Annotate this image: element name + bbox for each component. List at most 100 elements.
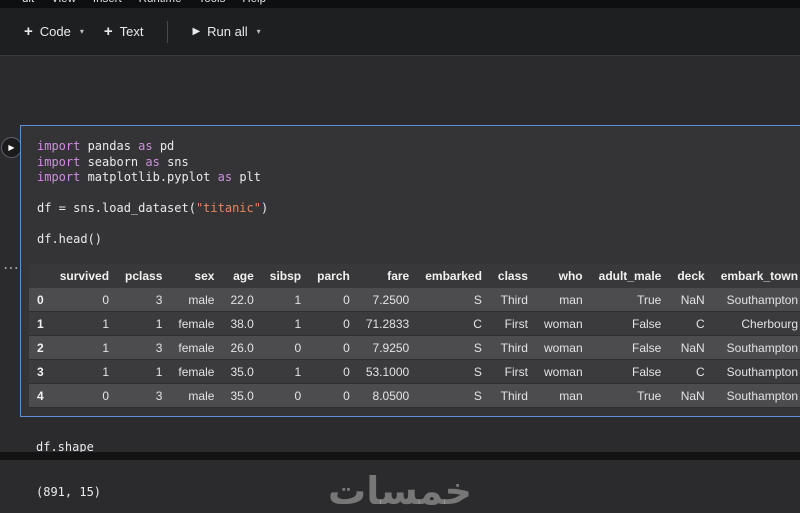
- run-all-button[interactable]: ▶ Run all ▾: [182, 19, 270, 44]
- df-cell: woman: [536, 336, 591, 360]
- play-icon: ▶: [192, 26, 200, 37]
- df-cell: male: [170, 288, 222, 312]
- watermark-text: خمسات: [328, 469, 472, 513]
- df-cell: man: [536, 384, 591, 408]
- df-cell: 1: [117, 312, 170, 336]
- df-cell: 0: [262, 336, 309, 360]
- df-cell: Southampton: [713, 360, 800, 384]
- df-index-header: [29, 264, 52, 288]
- df-cell: NaN: [669, 336, 712, 360]
- df-column-header: sex: [170, 264, 222, 288]
- df-cell: woman: [536, 360, 591, 384]
- menu-item[interactable]: View: [51, 0, 76, 5]
- df-cell: False: [591, 312, 670, 336]
- df-cell: False: [591, 336, 670, 360]
- df-cell: 1: [262, 360, 309, 384]
- df-cell: 0: [52, 288, 117, 312]
- df-cell: 8.0500: [358, 384, 417, 408]
- df-cell: True: [591, 384, 670, 408]
- df-column-header: fare: [358, 264, 417, 288]
- df-cell: 3: [117, 336, 170, 360]
- df-column-header: embark_town: [713, 264, 800, 288]
- menu-item[interactable]: Runtime: [139, 0, 182, 5]
- df-body: 003male22.0107.2500SThirdmanTrueNaNSouth…: [29, 288, 800, 408]
- notebook-content: ▶ import pandas as pdimport seaborn as s…: [0, 57, 800, 460]
- chevron-down-icon: ▾: [257, 27, 261, 36]
- code-line: [37, 186, 800, 202]
- df-cell: 7.9250: [358, 336, 417, 360]
- df-cell: 0: [309, 360, 358, 384]
- add-code-button[interactable]: + Code ▾: [14, 19, 94, 44]
- df-column-header: pclass: [117, 264, 170, 288]
- run-cell-button[interactable]: ▶: [1, 137, 22, 158]
- df-cell: C: [417, 312, 490, 336]
- df-cell: 1: [262, 312, 309, 336]
- df-column-header: parch: [309, 264, 358, 288]
- df-cell: C: [669, 360, 712, 384]
- df-cell: NaN: [669, 384, 712, 408]
- output-options-icon[interactable]: ⋯: [3, 258, 20, 278]
- df-cell: First: [490, 360, 536, 384]
- df-cell: 3: [117, 384, 170, 408]
- menu-item[interactable]: dit: [22, 0, 34, 5]
- notebook-toolbar: + Code ▾ + Text ▶ Run all ▾: [0, 8, 800, 56]
- df-cell: Third: [490, 336, 536, 360]
- df-cell: 7.2500: [358, 288, 417, 312]
- toolbar-divider: [167, 21, 168, 43]
- table-row: 213female26.0007.9250SThirdwomanFalseNaN…: [29, 336, 800, 360]
- df-column-header: age: [222, 264, 261, 288]
- menu-bar: dit View Insert Runtime Tools Help: [0, 0, 800, 8]
- menu-item[interactable]: Help: [242, 0, 266, 5]
- df-column-header: survived: [52, 264, 117, 288]
- code-cell-focused: import pandas as pdimport seaborn as sns…: [20, 125, 800, 417]
- next-cell-edge: [0, 452, 800, 460]
- df-cell: 0: [309, 384, 358, 408]
- code-line: [37, 217, 800, 233]
- df-cell: male: [170, 384, 222, 408]
- df-cell: Third: [490, 384, 536, 408]
- df-column-header: embarked: [417, 264, 490, 288]
- menu-item[interactable]: Insert: [93, 0, 122, 5]
- df-column-header: class: [490, 264, 536, 288]
- run-all-label: Run all: [207, 24, 247, 39]
- add-text-button[interactable]: + Text: [94, 19, 154, 44]
- df-cell: Southampton: [713, 336, 800, 360]
- df-cell: 35.0: [222, 384, 261, 408]
- df-cell: 0: [309, 288, 358, 312]
- df-header-row: survivedpclasssexagesibspparchfareembark…: [29, 264, 800, 288]
- table-row: 003male22.0107.2500SThirdmanTrueNaNSouth…: [29, 288, 800, 312]
- df-index-cell: 0: [29, 288, 52, 312]
- df-cell: 1: [117, 360, 170, 384]
- plus-icon: +: [24, 24, 33, 39]
- df-cell: False: [591, 360, 670, 384]
- code-editor[interactable]: import pandas as pdimport seaborn as sns…: [21, 126, 800, 248]
- df-cell: 26.0: [222, 336, 261, 360]
- menu-item[interactable]: Tools: [198, 0, 225, 5]
- df-cell: NaN: [669, 288, 712, 312]
- df-cell: female: [170, 360, 222, 384]
- df-cell: 35.0: [222, 360, 261, 384]
- table-row: 111female38.01071.2833CFirstwomanFalseCC…: [29, 312, 800, 336]
- df-cell: 1: [52, 312, 117, 336]
- df-cell: 38.0: [222, 312, 261, 336]
- df-index-cell: 3: [29, 360, 52, 384]
- df-cell: Southampton: [713, 288, 800, 312]
- df-cell: man: [536, 288, 591, 312]
- add-code-label: Code: [40, 24, 71, 39]
- df-index-cell: 2: [29, 336, 52, 360]
- df-index-cell: 4: [29, 384, 52, 408]
- dataframe-table: survivedpclasssexagesibspparchfareembark…: [29, 264, 800, 408]
- cell2-output-text: (891, 15): [36, 485, 101, 499]
- df-cell: Cherbourg: [713, 312, 800, 336]
- df-cell: Third: [490, 288, 536, 312]
- df-cell: 71.2833: [358, 312, 417, 336]
- df-cell: S: [417, 360, 490, 384]
- play-icon: ▶: [8, 143, 14, 152]
- df-cell: female: [170, 312, 222, 336]
- chevron-down-icon: ▾: [80, 27, 84, 36]
- df-cell: 1: [52, 360, 117, 384]
- code-line: import seaborn as sns: [37, 155, 800, 171]
- df-cell: C: [669, 312, 712, 336]
- table-row: 311female35.01053.1000SFirstwomanFalseCS…: [29, 360, 800, 384]
- df-cell: True: [591, 288, 670, 312]
